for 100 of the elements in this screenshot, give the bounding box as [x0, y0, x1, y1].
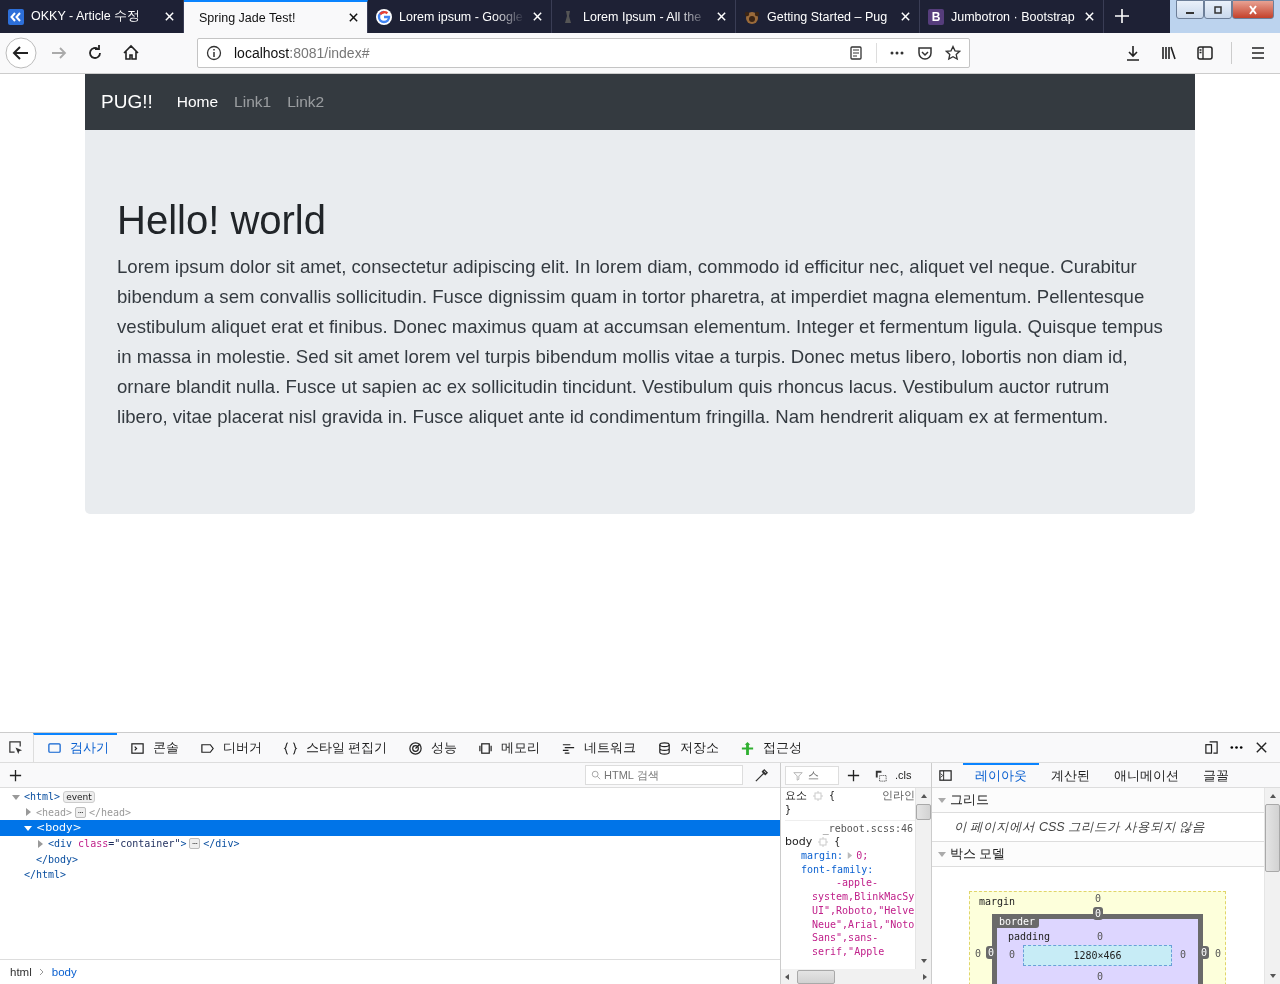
rule-selector: body	[785, 835, 813, 849]
scroll-down-icon[interactable]	[1268, 972, 1277, 980]
box-value[interactable]: 0	[986, 946, 997, 959]
scroll-thumb[interactable]	[1265, 804, 1280, 872]
scrollbar[interactable]	[781, 969, 931, 984]
devtools-tab[interactable]: 저장소	[644, 733, 728, 762]
scroll-right-icon[interactable]	[921, 972, 929, 981]
html-tag[interactable]: <body>	[36, 821, 82, 835]
property-value[interactable]: -apple-	[836, 877, 879, 889]
html-tag[interactable]: </body>	[36, 853, 79, 865]
close-icon[interactable]	[1254, 740, 1269, 755]
nav-link[interactable]: Link1	[234, 93, 272, 111]
minimize-icon	[1186, 11, 1194, 14]
scrollbar[interactable]	[915, 788, 931, 969]
property-name[interactable]: font-family:	[801, 863, 874, 875]
add-node-icon[interactable]	[8, 767, 23, 783]
devtools-tab[interactable]: 메모리	[465, 733, 549, 762]
maximize-icon	[1212, 4, 1224, 15]
responsive-icon[interactable]	[1204, 740, 1219, 755]
node-highlight-icon[interactable]	[818, 836, 829, 847]
scroll-left-icon[interactable]	[783, 972, 791, 981]
expand-toggle-icon[interactable]	[36, 839, 44, 848]
minimize-button[interactable]	[1176, 0, 1204, 19]
scroll-down-icon[interactable]	[919, 957, 928, 965]
property-value[interactable]: 0;	[856, 850, 869, 862]
collapse-toggle-icon	[938, 850, 946, 858]
box-value[interactable]: 0	[1198, 946, 1209, 959]
sidebar-tab[interactable]: 계산된	[1039, 763, 1102, 787]
box-value[interactable]: 0	[1097, 931, 1104, 942]
nav-link[interactable]: Link2	[287, 93, 325, 111]
rule-source[interactable]: 인라인	[882, 788, 915, 804]
sidebar-toggle-icon[interactable]	[938, 767, 953, 783]
home-button[interactable]	[121, 43, 141, 63]
box-value[interactable]: 0	[1179, 949, 1186, 960]
scroll-thumb[interactable]	[916, 804, 931, 820]
devtools-tab[interactable]: 네트워크	[548, 733, 645, 762]
filter-field[interactable]: 스	[785, 765, 839, 785]
box-value[interactable]: 0	[975, 948, 982, 959]
expand-toggle-icon[interactable]	[12, 792, 20, 801]
gauge-icon	[408, 741, 424, 756]
property-value[interactable]: UI",Roboto,"Helve	[812, 904, 915, 916]
property-value[interactable]: system,BlinkMacSy	[812, 891, 915, 903]
back-button[interactable]	[5, 37, 37, 69]
event-badge[interactable]: event	[63, 790, 95, 803]
property-value[interactable]: serif,"Apple	[812, 945, 885, 957]
property-value[interactable]: Sans",sans-	[812, 932, 879, 944]
collapsed-content-button[interactable]: ⋯	[189, 838, 201, 850]
scroll-up-icon[interactable]	[1268, 792, 1277, 800]
url-text[interactable]: localhost:8081/index#	[234, 45, 836, 61]
collapsed-content-button[interactable]: ⋯	[75, 806, 86, 818]
html-search-field[interactable]: HTML 검색	[585, 765, 743, 785]
close-icon[interactable]	[348, 12, 359, 23]
star-icon[interactable]	[945, 45, 961, 61]
node-highlight-icon[interactable]	[813, 790, 823, 801]
sidebar-tab[interactable]: 글꼴	[1191, 763, 1241, 787]
devtools-tab[interactable]: 성능	[395, 733, 466, 762]
expand-toggle-icon[interactable]	[24, 808, 32, 817]
sidebar-tab[interactable]: 애니메이션	[1102, 763, 1191, 787]
box-value[interactable]: 0	[1009, 949, 1016, 960]
address-bar[interactable]: localhost:8081/index#	[197, 38, 970, 68]
rule-source[interactable]: _reboot.scss:46	[822, 822, 913, 834]
search-icon	[591, 770, 601, 780]
property-value[interactable]: Neue",Arial,"Noto	[812, 918, 915, 930]
html-tag[interactable]: <html>	[24, 791, 61, 803]
box-value[interactable]: 0	[1097, 971, 1104, 982]
box-value[interactable]: 0	[1095, 893, 1102, 904]
info-icon[interactable]	[206, 45, 222, 61]
html-tag[interactable]: <div class="container">	[48, 838, 187, 850]
console-icon	[130, 741, 145, 756]
html-tag[interactable]: </html>	[24, 869, 67, 881]
eyedropper-icon[interactable]	[754, 767, 769, 783]
expand-toggle-icon[interactable]	[24, 824, 32, 832]
breadcrumb[interactable]: html	[10, 966, 32, 978]
pocket-icon[interactable]	[917, 45, 933, 61]
maximize-button[interactable]	[1204, 0, 1232, 19]
cls-toggle[interactable]: .cls	[895, 769, 912, 781]
browser-tab[interactable]: Spring Jade Test!	[184, 0, 368, 33]
scroll-thumb[interactable]	[797, 969, 835, 984]
box-value[interactable]: 0	[1093, 907, 1104, 920]
nav-link[interactable]: Home	[176, 93, 219, 111]
reader-view-icon[interactable]	[848, 45, 864, 61]
devtools-tab[interactable]: 스타일 편집기	[270, 733, 396, 762]
scroll-up-icon[interactable]	[919, 792, 928, 800]
html-tag[interactable]: </div>	[203, 838, 240, 850]
devtools-tab[interactable]: 디버거	[187, 733, 270, 762]
property-name[interactable]: margin:	[801, 850, 844, 862]
breadcrumb[interactable]: body	[51, 966, 77, 978]
devtools-tab[interactable]: 콘솔	[117, 733, 187, 762]
sidebar-icon[interactable]	[1195, 43, 1215, 63]
box-label: padding	[1008, 931, 1051, 942]
new-tab-icon[interactable]	[1114, 8, 1130, 24]
element-picker-icon[interactable]	[8, 740, 23, 755]
window-close-button[interactable]	[1232, 0, 1274, 19]
devtools-tab[interactable]: 접근성	[727, 733, 811, 762]
content-box[interactable]: 1280×466	[1023, 945, 1172, 966]
box-value[interactable]: 0	[1214, 948, 1221, 959]
brand-link[interactable]: PUG!!	[101, 91, 153, 113]
scrollbar[interactable]	[1264, 788, 1280, 984]
box-label: margin	[979, 896, 1016, 907]
add-rule-icon[interactable]	[846, 767, 861, 783]
